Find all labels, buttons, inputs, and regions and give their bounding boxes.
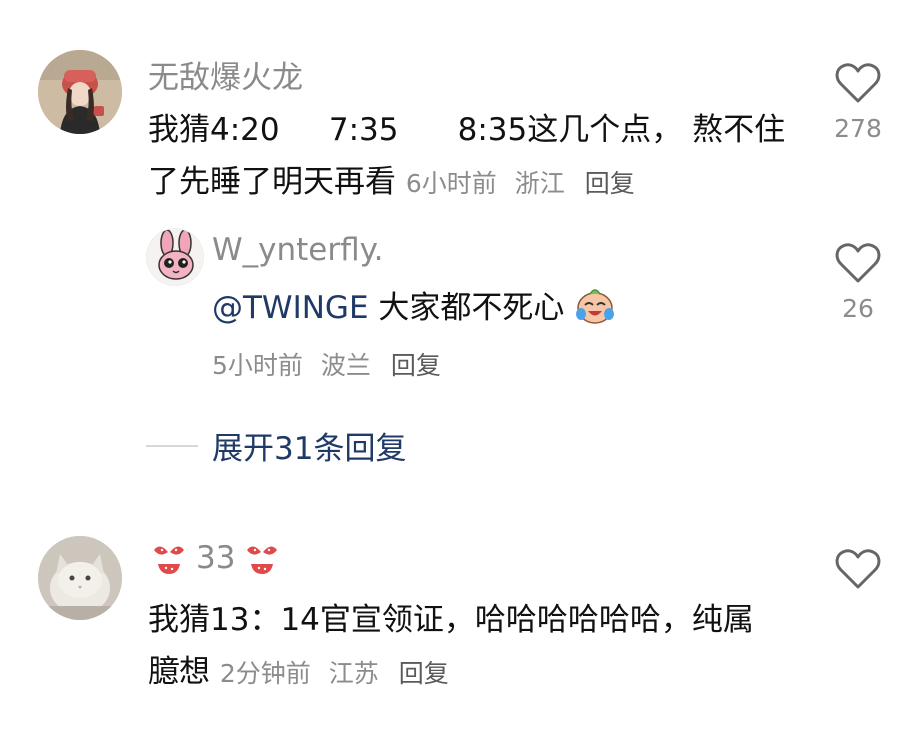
comment-location: 波兰 xyxy=(320,351,371,380)
mention-link[interactable]: @TWINGE xyxy=(212,290,369,326)
user-avatar[interactable] xyxy=(38,50,122,134)
divider-line xyxy=(146,444,198,447)
expand-replies-label: 展开31条回复 xyxy=(212,431,407,467)
comment-location: 浙江 xyxy=(514,169,565,198)
comment-meta: 6小时前 浙江 回复 xyxy=(406,169,635,198)
comment-meta: 5小时前 波兰 回复 xyxy=(212,340,441,392)
username[interactable]: 33 xyxy=(150,540,281,576)
comment-text: @TWINGE 大家都不死心 xyxy=(212,282,812,334)
like-button[interactable]: 278 xyxy=(828,62,888,143)
username[interactable]: 无敌爆火龙 xyxy=(148,52,303,97)
pink-bunny-avatar-icon xyxy=(147,229,203,285)
comment-time: 5小时前 xyxy=(212,351,303,380)
comment-meta: 2分钟前 江苏 回复 xyxy=(220,659,449,688)
reply-button[interactable]: 回复 xyxy=(399,659,449,688)
like-count: 26 xyxy=(842,294,874,323)
cat-avatar-icon xyxy=(38,536,122,620)
user-avatar[interactable] xyxy=(38,536,122,620)
expand-replies-button[interactable]: 展开31条回复 xyxy=(146,423,406,468)
heart-icon xyxy=(835,243,881,283)
like-count: 278 xyxy=(834,114,882,143)
like-button[interactable]: 26 xyxy=(828,242,888,323)
girl-avatar-icon xyxy=(38,50,122,134)
heart-icon xyxy=(835,549,881,589)
username-text: 33 xyxy=(196,540,236,576)
heart-icon xyxy=(835,63,881,103)
reply-button[interactable]: 回复 xyxy=(585,169,635,198)
comment-text: 我猜13：14官宣领证，哈哈哈哈哈哈，纯属臆想 2分钟前 江苏 回复 xyxy=(148,594,768,700)
reply-button[interactable]: 回复 xyxy=(391,351,441,380)
bikini-emoji-icon xyxy=(247,546,278,574)
comment-text: 我猜4:20 7:35 8:35这几个点， 熬不住了先睡了明天再看 6小时前 浙… xyxy=(148,104,788,210)
like-button[interactable] xyxy=(828,548,888,590)
username[interactable]: W_ynterfly. xyxy=(212,232,383,268)
bikini-emoji-icon xyxy=(154,546,184,574)
crying-laughing-emoji-icon xyxy=(576,289,615,324)
comment-location: 江苏 xyxy=(328,659,379,688)
user-avatar[interactable] xyxy=(146,228,204,286)
comment-time: 2分钟前 xyxy=(219,659,311,688)
comment-time: 6小时前 xyxy=(405,169,497,198)
comment-body: 大家都不死心 xyxy=(368,290,565,326)
